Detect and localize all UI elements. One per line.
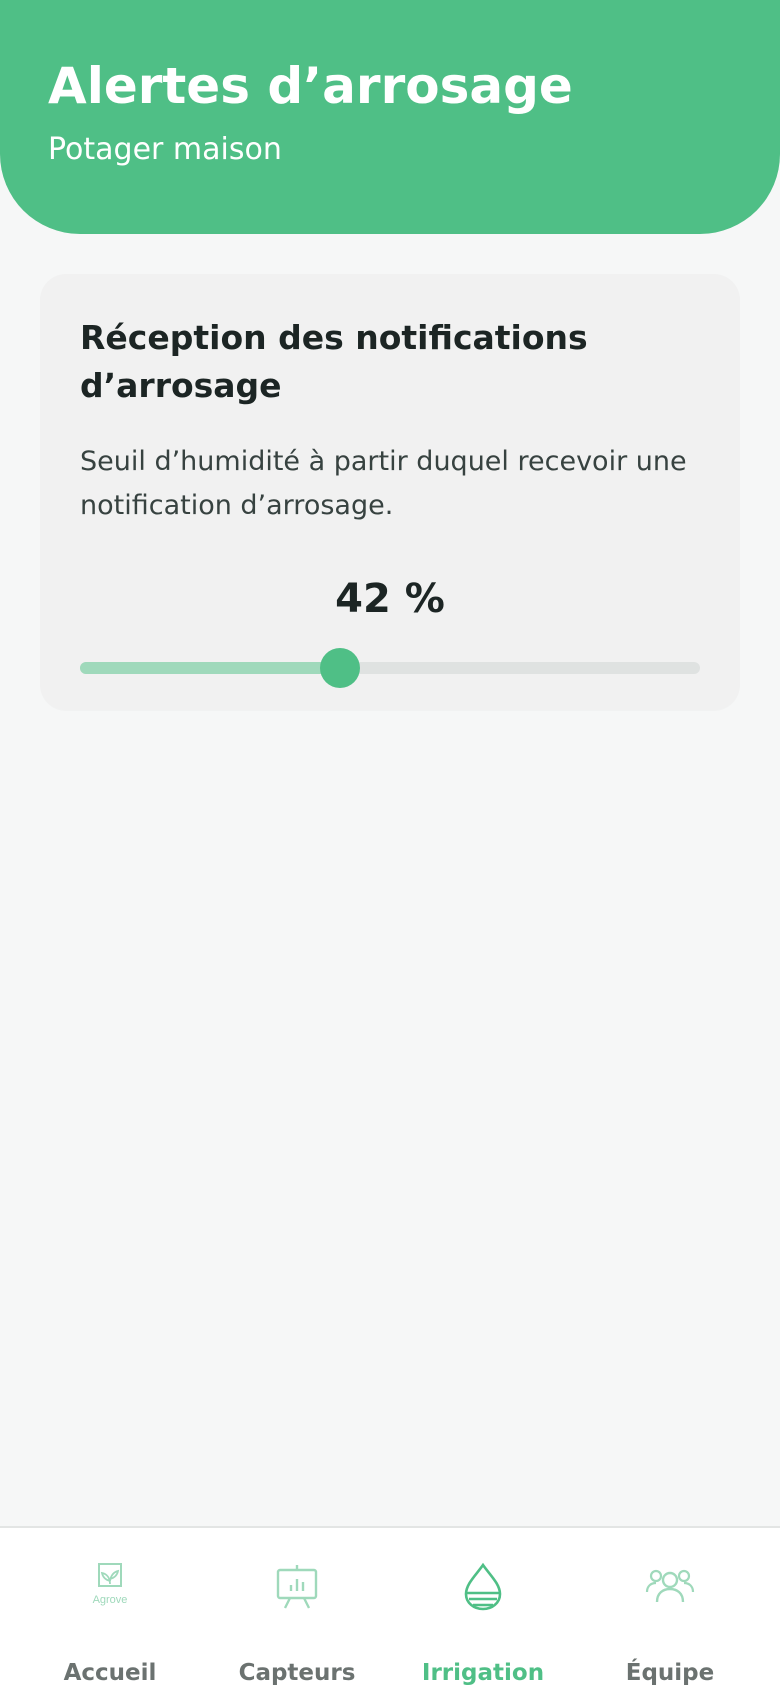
slider-thumb[interactable]: [320, 648, 360, 688]
threshold-value: 42 %: [335, 576, 445, 622]
water-drop-icon: [464, 1562, 502, 1611]
nav-label-equipe: Équipe: [625, 1660, 715, 1686]
nav-label-capteurs: Capteurs: [238, 1660, 356, 1686]
slider-fill: [80, 662, 340, 674]
page-title: Alertes d’arrosage: [48, 57, 573, 115]
bottom-navigation: Agrove Accueil Capteurs Irrigation Équip…: [0, 1526, 780, 1690]
page-subtitle: Potager maison: [48, 132, 282, 167]
card-title: Réception des notifications d’arrosage: [80, 318, 588, 405]
nav-item-irrigation[interactable]: Irrigation: [388, 1562, 578, 1686]
nav-item-accueil[interactable]: Agrove Accueil: [15, 1562, 205, 1686]
header: Alertes d’arrosage Potager maison: [0, 0, 780, 234]
agrove-logo-icon: Agrove: [93, 1563, 128, 1606]
app-screen: Alertes d’arrosage Potager maison Récept…: [0, 0, 780, 1690]
nav-label-irrigation: Irrigation: [421, 1660, 545, 1686]
nav-item-capteurs[interactable]: Capteurs: [202, 1562, 392, 1686]
nav-label-accueil: Accueil: [63, 1660, 157, 1686]
card-description: Seuil d’humidité à partir duquel recevoi…: [80, 446, 687, 521]
notification-settings-card: Réception des notifications d’arrosage S…: [40, 274, 740, 710]
logo-text: Agrove: [93, 1594, 128, 1606]
nav-item-equipe[interactable]: Équipe: [575, 1562, 765, 1686]
team-icon: [645, 1569, 695, 1603]
humidity-threshold-slider[interactable]: [80, 648, 700, 688]
sensor-board-icon: [276, 1565, 318, 1609]
